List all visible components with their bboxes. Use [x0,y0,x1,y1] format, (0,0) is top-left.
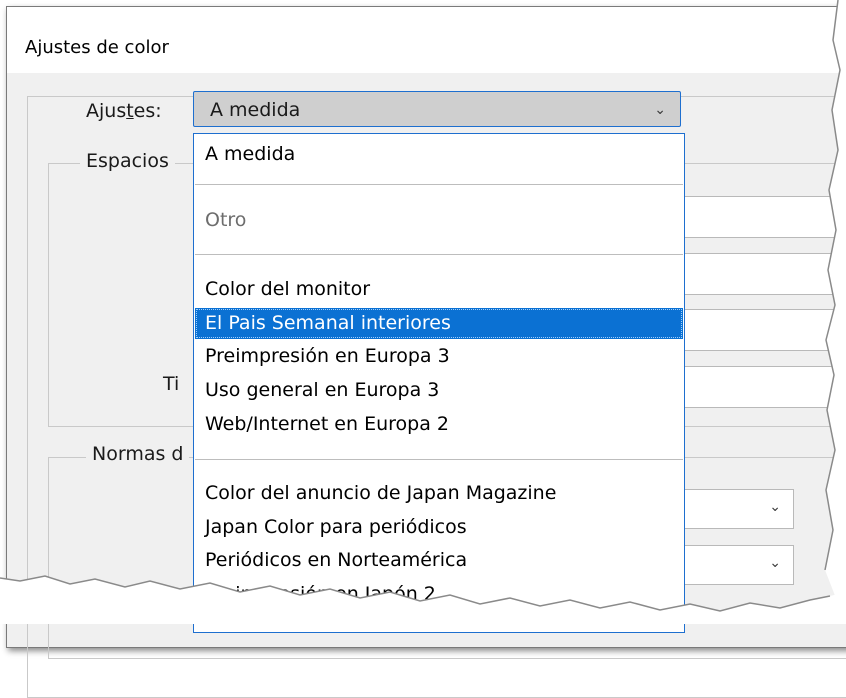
field-label-partial: Ti [163,373,180,395]
rgb-space-field[interactable] [680,196,846,238]
spot-space-field[interactable] [680,366,846,408]
gray-space-field[interactable] [680,309,846,351]
dropdown-option[interactable]: A medida [195,139,683,170]
working-spaces-label: Espacios [80,150,175,172]
settings-selected-value: A medida [210,99,301,121]
chevron-down-icon: ⌄ [769,499,781,515]
chevron-down-icon: ⌄ [654,102,666,118]
rgb-policy-select[interactable]: ⌄ [680,489,794,529]
separator [195,459,683,460]
dropdown-option[interactable]: Color del monitor [195,274,683,305]
dropdown-option[interactable]: Periódicos en Norteamérica [195,545,683,576]
settings-combobox[interactable]: A medida ⌄ [193,91,681,127]
dialog-title: Ajustes de color [25,37,169,58]
dropdown-option-selected[interactable]: El Pais Semanal interiores [195,308,683,339]
title-bar: Ajustes de color [7,7,846,73]
cmyk-policy-select[interactable]: ⌄ [680,545,794,585]
dropdown-option[interactable]: Japan Color para periódicos [195,512,683,543]
color-policies-label: Normas d [86,443,190,465]
dropdown-option[interactable]: Preimpresión en Japón 2 [195,579,683,610]
dropdown-option[interactable]: Web/Internet en Europa 2 [195,409,683,440]
dropdown-option[interactable]: Color del anuncio de Japan Magazine [195,478,683,509]
dropdown-option[interactable]: Preimpresión en Europa 3 [195,341,683,372]
settings-label: Ajustes: [86,100,162,122]
separator [195,254,683,255]
settings-dropdown-list[interactable]: A medida Otro Color del monitor El Pais … [193,133,685,633]
cmyk-space-field[interactable] [680,253,846,295]
chevron-down-icon: ⌄ [769,555,781,571]
separator [195,184,683,185]
dropdown-option-disabled: Otro [205,209,247,231]
dropdown-option[interactable]: Uso general en Europa 3 [195,375,683,406]
